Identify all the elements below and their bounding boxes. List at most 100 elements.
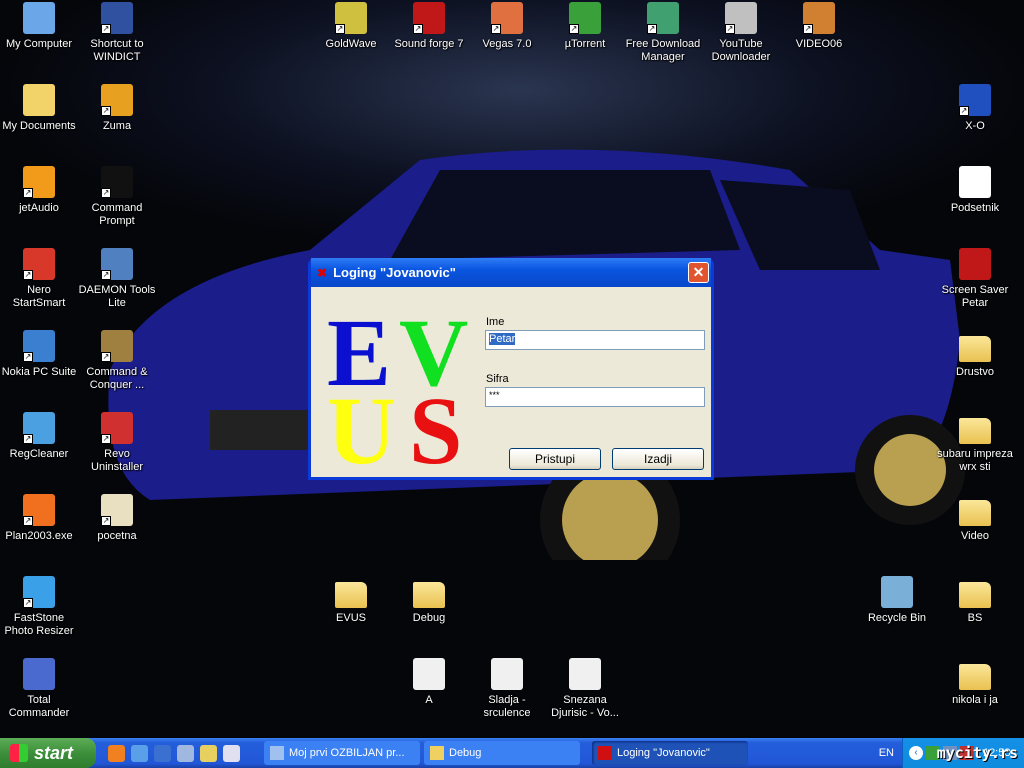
shortcut-arrow-icon: ↗ [803,24,813,34]
jetaudio-icon: ↗ [23,166,55,198]
desktop-icon-label: Free Download Manager [625,38,701,63]
desktop-icon[interactable]: ↗ µTorrent [546,0,624,51]
desktop-icon[interactable]: ↗ Vegas 7.0 [468,0,546,51]
start-button[interactable]: start [0,738,96,768]
pristupi-button[interactable]: Pristupi [509,448,601,470]
zip-folder-icon [335,582,367,608]
desktop-icon[interactable]: ↗ Command Prompt [78,164,156,228]
shortcut-arrow-icon: ↗ [23,352,33,362]
command-prompt-icon: ↗ [101,166,133,198]
desktop-icon[interactable]: ↗ Shortcut to WINDICT [78,0,156,64]
desktop-icon[interactable]: Video [936,492,1014,543]
desktop-icon[interactable]: ↗ RegCleaner [0,410,78,461]
dialog-titlebar[interactable]: ✖ Loging "Jovanovic" ✕ [311,258,711,287]
window-icon [959,166,991,198]
desktop-icon[interactable]: ↗ GoldWave [312,0,390,51]
plan-icon: ↗ [23,494,55,526]
jetaudio-icon[interactable] [108,744,125,762]
zip-folder-icon [413,582,445,608]
xo-icon: ↗ [959,84,991,116]
desktop-icon[interactable]: ↗ VIDEO06 [780,0,858,51]
desktop-icon[interactable]: ↗ Nokia PC Suite [0,328,78,379]
desktop-icon-label: nikola i ja [952,694,998,706]
desktop-icon-label: RegCleaner [9,448,69,460]
utorrent-icon: ↗ [569,2,601,34]
desktop-icon[interactable]: Snezana Djurisic - Vo... [546,656,624,720]
desktop-icon-label: Sound forge 7 [394,38,464,50]
show-hidden-icons-button[interactable]: ‹ [909,746,923,760]
desktop-icon[interactable]: ↗ Nero StartSmart [0,246,78,310]
desktop-icon[interactable]: ↗ Zuma [78,82,156,133]
desktop-icon[interactable]: ↗ DAEMON Tools Lite [78,246,156,310]
sifra-label: Sifra [486,373,509,385]
desktop-icon[interactable]: Screen Saver Petar [936,246,1014,310]
desktop-icon[interactable]: ↗ Command & Conquer ... [78,328,156,392]
paint-icon[interactable] [200,744,217,762]
documents-folder-icon [23,84,55,116]
desktop-icon-label: Vegas 7.0 [482,38,532,50]
floppy-icon[interactable] [223,744,240,762]
desktop-icon-label: Debug [412,612,446,624]
desktop-icon[interactable]: Total Commander [0,656,78,720]
ime-input[interactable]: Petar [485,330,705,350]
taskbar-button[interactable]: Debug [424,741,580,765]
desktop-icon-label: Nokia PC Suite [1,366,77,378]
desktop-icon-label: Snezana Djurisic - Vo... [551,694,619,719]
desktop-icon[interactable]: Sladja - srculence [468,656,546,720]
desktop-icon[interactable]: ↗ X-O [936,82,1014,133]
shortcut-arrow-icon: ↗ [959,106,969,116]
shortcut-arrow-icon: ↗ [101,188,111,198]
desktop-icon[interactable]: ↗ jetAudio [0,164,78,215]
start-label: start [34,742,74,763]
browser-icon [270,746,284,760]
desktop-icon[interactable]: Debug [390,574,468,625]
vegas-icon: ↗ [491,2,523,34]
nokia-icon: ↗ [23,330,55,362]
desktop-icon-label: jetAudio [19,202,59,214]
desktop-icon[interactable]: Podsetnik [936,164,1014,215]
desktop-icon-label: Revo Uninstaller [91,448,143,473]
desktop-icon[interactable]: ↗ pocetna [78,492,156,543]
desktop-icon[interactable]: ↗ FastStone Photo Resizer [0,574,78,638]
sifra-input[interactable]: *** [485,387,705,407]
language-indicator[interactable]: EN [879,747,894,759]
shortcut-arrow-icon: ↗ [101,270,111,280]
close-button[interactable]: ✕ [688,262,709,283]
goldwave-icon: ↗ [335,2,367,34]
desktop-icon[interactable]: Recycle Bin [858,574,936,625]
logo-letter-s: S [409,377,463,484]
izadji-button[interactable]: Izadji [612,448,704,470]
desktop-icon[interactable]: A [390,656,468,707]
desktop-icon-label: VIDEO06 [795,38,843,50]
desktop-icon-label: YouTube Downloader [711,38,771,63]
desktop-icon[interactable]: My Computer [0,0,78,51]
desktop-icon[interactable]: EVUS [312,574,390,625]
desktop-icon[interactable]: ↗ Plan2003.exe [0,492,78,543]
internet-explorer-icon[interactable] [154,744,171,762]
jpeg-image-icon: ↗ [101,494,133,526]
app-icon [598,746,612,760]
desktop-icon[interactable]: My Documents [0,82,78,133]
desktop-icon[interactable]: nikola i ja [936,656,1014,707]
desktop-icon[interactable]: ↗ Free Download Manager [624,0,702,64]
taskbar-button[interactable]: Loging "Jovanovic" [592,741,748,765]
computer-icon [23,2,55,34]
desktop-icon[interactable]: Drustvo [936,328,1014,379]
desktop-icon-label: Podsetnik [950,202,1000,214]
desktop-icon[interactable]: subaru impreza wrx sti [936,410,1014,474]
desktop-icon[interactable]: ↗ Revo Uninstaller [78,410,156,474]
dialog-body: E V U S Ime Petar Sifra *** Pristupi Iza… [311,287,711,484]
desktop-icon[interactable]: ↗ Sound forge 7 [390,0,468,51]
browser-icon[interactable] [131,744,148,762]
taskbar-button-label: Moj prvi OZBILJAN pr... [289,747,405,759]
nero-icon: ↗ [23,248,55,280]
taskbar-button[interactable]: Moj prvi OZBILJAN pr... [264,741,420,765]
desktop-icon-label: X-O [965,120,985,132]
desktop-icon-label: Plan2003.exe [5,530,73,542]
desktop-icon-label: My Computer [5,38,73,50]
media-file-icon [491,658,523,690]
desktop-icon-label: Command Prompt [91,202,143,227]
desktop-icon[interactable]: BS [936,574,1014,625]
vb-icon[interactable] [177,744,194,762]
desktop-icon[interactable]: ↗ YouTube Downloader [702,0,780,64]
